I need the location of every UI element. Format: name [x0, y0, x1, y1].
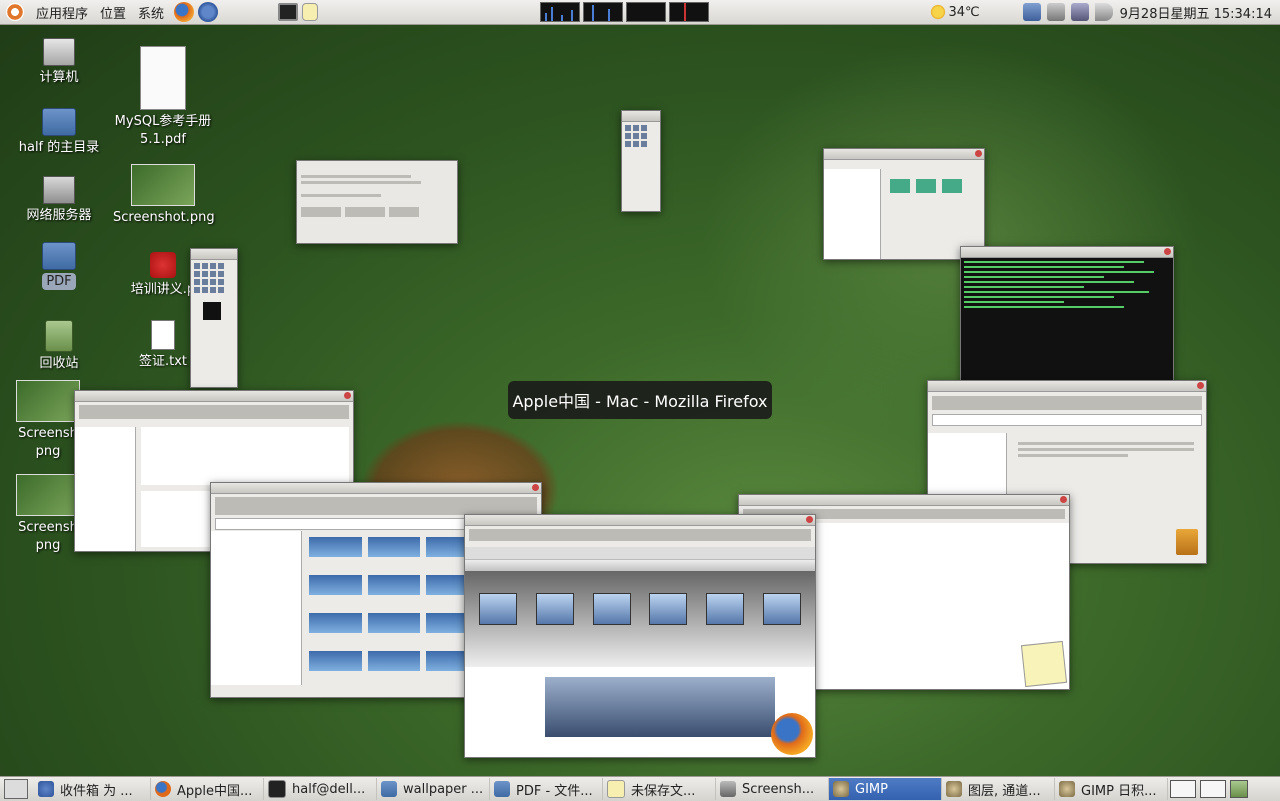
weather-sunny-icon[interactable] — [929, 4, 946, 20]
file-browser-window[interactable] — [823, 148, 985, 260]
terminal-launcher-icon[interactable] — [278, 3, 299, 21]
trash-icon — [45, 320, 73, 352]
task-text-editor[interactable]: 未保存文... — [603, 778, 716, 800]
firefox-logo-icon — [771, 713, 813, 755]
desktop-icon-label: 网络服务器 — [26, 208, 92, 223]
folder-icon — [381, 781, 397, 797]
text-editor-icon — [607, 780, 625, 798]
gimp-icon — [833, 781, 849, 797]
menu-places[interactable]: 位置 — [94, 3, 132, 22]
presentation-file-icon — [150, 252, 176, 278]
task-gimp-tips[interactable]: GIMP 日积... — [1055, 778, 1168, 800]
desktop-icon-label: 计算机 — [39, 70, 79, 85]
desktop-icon-screenshot[interactable]: Screenshot.png — [113, 164, 215, 227]
task-gimp-layers[interactable]: 图层, 通道... — [942, 778, 1055, 800]
network-monitor-graph[interactable] — [626, 2, 667, 22]
menu-applications[interactable]: 应用程序 — [30, 3, 94, 22]
gimp-tip-dialog-window[interactable] — [296, 160, 458, 244]
user-status-icon[interactable] — [1022, 3, 1041, 21]
gimp-toolbox-window[interactable] — [190, 248, 238, 388]
image-file-icon — [131, 164, 195, 206]
firefox-icon — [155, 781, 171, 797]
desktop-icon-label: 回收站 — [39, 356, 79, 371]
display-icon[interactable] — [1070, 3, 1089, 21]
task-terminal[interactable]: half@dell... — [264, 778, 377, 800]
desktop-icon-label: 培训讲义.p — [130, 282, 196, 297]
desktop-icon-network[interactable]: 网络服务器 — [9, 176, 109, 225]
terminal-icon — [268, 780, 286, 798]
workspace-2[interactable] — [1200, 780, 1226, 798]
desktop-icon-label: 签证.txt — [138, 354, 188, 369]
task-evolution[interactable]: 收件箱 为 ... — [34, 778, 151, 800]
desktop-icon-trash[interactable]: 回收站 — [9, 320, 109, 373]
bottom-panel: 收件箱 为 ... Apple中国... half@dell... wallpa… — [0, 776, 1280, 801]
desktop-icon-pdf-folder[interactable]: PDF — [9, 242, 109, 291]
disk-monitor-graph[interactable] — [669, 2, 710, 22]
volume-icon[interactable] — [1094, 3, 1113, 21]
desktop-icon-computer[interactable]: 计算机 — [9, 38, 109, 87]
image-file-icon — [16, 380, 80, 422]
window-title-tooltip: Apple中国 - Mac - Mozilla Firefox — [508, 381, 772, 419]
task-firefox[interactable]: Apple中国... — [151, 778, 264, 800]
network-status-icon[interactable] — [1046, 3, 1065, 21]
firefox-launcher-icon[interactable] — [174, 2, 195, 22]
gimp-toolbox-small-window[interactable] — [621, 110, 661, 212]
cpu-monitor-graph[interactable] — [540, 2, 581, 22]
gimp-icon — [1059, 781, 1075, 797]
memory-monitor-graph[interactable] — [583, 2, 624, 22]
terminal-window[interactable] — [960, 246, 1174, 382]
desktop-icon-mysql-pdf[interactable]: MySQL参考手册5.1.pdf — [113, 46, 213, 149]
show-desktop-icon[interactable] — [4, 779, 28, 799]
task-pdf-folder[interactable]: PDF - 文件... — [490, 778, 603, 800]
computer-icon — [43, 38, 75, 66]
text-editor-launcher-icon[interactable] — [302, 3, 319, 21]
screenshot-icon — [720, 781, 736, 797]
home-folder-icon — [42, 108, 76, 136]
pdf-file-icon — [140, 46, 186, 110]
mail-launcher-icon[interactable] — [198, 2, 219, 22]
firefox-apple-window[interactable] — [464, 514, 816, 758]
gimp-icon — [946, 781, 962, 797]
desktop-icon-label: MySQL参考手册5.1.pdf — [114, 114, 212, 147]
desktop-icon-label: Screensh png — [18, 426, 78, 459]
temperature-label[interactable]: 34℃ — [949, 5, 980, 20]
top-panel: 应用程序 位置 系统 34℃ 9月28日星期五 15:34:14 — [0, 0, 1280, 25]
desktop-icon-home[interactable]: half 的主目录 — [9, 108, 109, 157]
folder-icon — [42, 242, 76, 270]
task-screenshot[interactable]: Screensh... — [716, 778, 829, 800]
workspace-1[interactable] — [1170, 780, 1196, 798]
task-gimp[interactable]: GIMP — [829, 778, 942, 800]
network-icon — [43, 176, 75, 204]
desktop-icon-label: Screenshot.png — [113, 210, 215, 225]
image-file-icon — [16, 474, 80, 516]
desktop-icon-label: PDF — [42, 273, 76, 290]
desktop-icon-label: half 的主目录 — [18, 140, 100, 155]
task-wallpaper-folder[interactable]: wallpaper ... — [377, 778, 490, 800]
menu-system[interactable]: 系统 — [132, 3, 170, 22]
workspace-trash-icon[interactable] — [1230, 780, 1248, 798]
folder-icon — [494, 781, 510, 797]
desktop-icon-label: Screensh png — [18, 520, 78, 553]
mail-icon — [38, 781, 54, 797]
ubuntu-logo-icon[interactable] — [6, 3, 24, 21]
clock[interactable]: 9月28日星期五 15:34:14 — [1120, 3, 1272, 22]
text-file-icon — [151, 320, 175, 350]
